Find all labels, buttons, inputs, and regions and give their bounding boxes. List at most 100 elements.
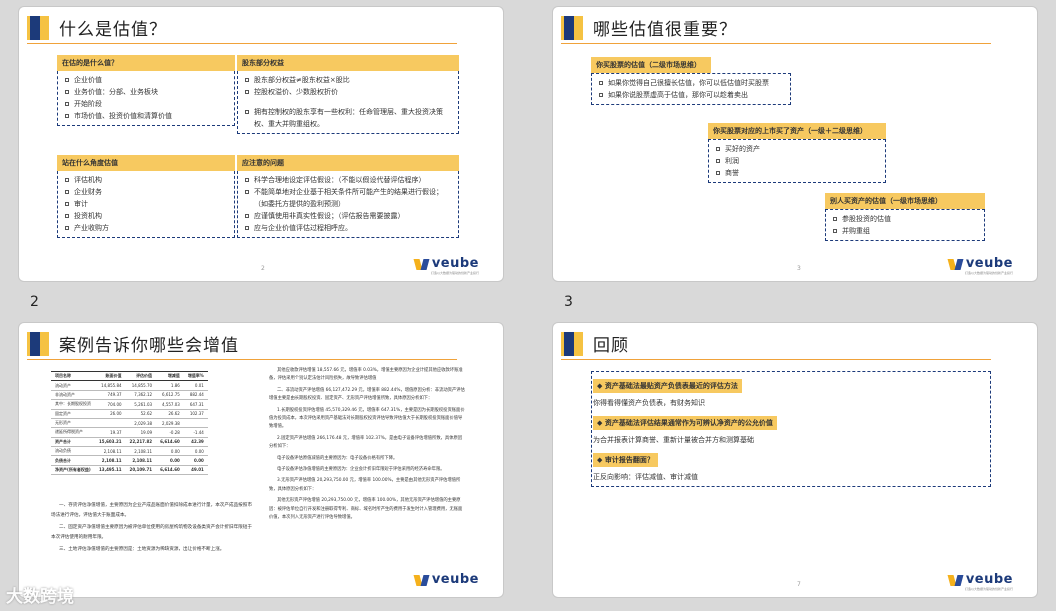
table-cell: 2,108.11 <box>125 455 157 466</box>
right-notes: 其他应收款评估增值 18,557.66 元，增值率 0.03%，增值主要原因为企… <box>269 367 465 523</box>
table-cell: 2,029.38 <box>156 418 184 429</box>
logo-text: veube <box>431 256 479 271</box>
column-header: 增值率% <box>183 370 208 382</box>
title-accent-bar <box>27 332 49 356</box>
table-cell: 749.37 <box>95 390 126 401</box>
slide-number-label: 2 <box>30 294 39 310</box>
slide-title: 什么是估值？ <box>59 20 167 40</box>
table-row: 流动负债 2,108.11 2,108.11 0.00 0.00 <box>51 446 208 457</box>
list-item: 投资机构 <box>64 210 228 222</box>
list-item: 审计 <box>64 198 228 210</box>
slide-thumbnail-3[interactable]: 案例告诉你哪些会增值 项目名称 账面价值 评估价值 增减值 增值率% 流动资产 1… <box>18 322 504 598</box>
slide-thumbnail-4[interactable]: 回顾 ◆ 资产基础法最贴资产负债表最近的评估方法 你得看得懂资产负债表，有财务知… <box>552 322 1038 598</box>
list-item: 企业价值 <box>64 74 228 86</box>
table-cell: 0.00 <box>183 446 208 457</box>
watermark: 大数跨境 <box>6 587 74 607</box>
table-cell: 704.00 <box>95 399 126 410</box>
table-cell: -1.44 <box>183 427 208 438</box>
list-item: 不能简单地对企业基于相关条件所可能产生的结果进行假设；（如委托方提供的盈利预测） <box>244 186 452 210</box>
title-divider <box>561 359 991 360</box>
brand-logo: veube 打造以大数据为驱动的创新产业投行 <box>949 256 1013 275</box>
table-row: 负债合计 2,108.11 2,108.11 0.00 0.00 <box>51 455 208 466</box>
list-item: 应与企业价值评估过程相呼应。 <box>244 222 452 234</box>
table-cell: 19.37 <box>95 427 126 438</box>
paragraph: 电子设备评估原值减值的主要原因为：电子设备价格有所下降。 <box>277 455 398 461</box>
list-item: 如果你觉得自己很擅长估值，你可以低估值时买股票 <box>598 77 784 89</box>
table-cell: 其中：长期股权投资 <box>51 399 95 410</box>
list-item: 应谨慎使用非真实性假设；（评估报告需要披露） <box>244 210 452 222</box>
list-item: 拥有控制权的股东享有一些权利：任命管理层、重大投资决策权、重大并购重组权。 <box>244 106 452 130</box>
title-divider <box>561 43 991 44</box>
box-body: 科学合理地设定评估假设：（不能以假设代替评估程序） 不能简单地对企业基于相关条件… <box>237 171 459 238</box>
table-cell: 2,108.11 <box>95 446 126 457</box>
title-divider <box>27 359 457 360</box>
box-heading: 你买股票对应的上市买了资产（一级＋二级思维） <box>708 123 886 139</box>
list-item: 业务价值：分部、业务板块 <box>64 86 228 98</box>
table-cell: 0.00 <box>156 446 184 457</box>
slide-thumbnail-1[interactable]: 什么是估值？ 在估的是什么值？ 企业价值 业务价值：分部、业务板块 开始阶段 市… <box>18 6 504 282</box>
column-header: 评估价值 <box>125 370 157 382</box>
table-cell <box>183 418 208 429</box>
table-cell: 7,362.12 <box>125 390 157 401</box>
logo-tagline: 打造以大数据为驱动的创新产业投行 <box>964 271 1013 275</box>
list-item: 参股投资的估值 <box>832 213 978 225</box>
summary-text: 正反向影响：评估减值、审计减值 <box>593 473 698 481</box>
slide-number-label: 3 <box>564 294 573 310</box>
table-cell: 0.00 <box>183 455 208 466</box>
summary-heading: ◆ 审计报告翻面？ <box>593 453 658 467</box>
paragraph: 二、固定资产净值增值主要原因为被评估单位使用的房屋构筑物及设备类资产会计折旧年限… <box>51 525 252 540</box>
column-header: 账面价值 <box>95 370 126 382</box>
logo-icon <box>949 573 963 587</box>
logo-text: veube <box>431 572 479 587</box>
table-row: 其中：长期股权投资 704.00 5,261.03 4,557.03 647.31 <box>51 399 208 410</box>
box-heading: 应注意的问题 <box>237 155 459 171</box>
column-header: 项目名称 <box>51 370 95 382</box>
info-box: 站在什么角度估值 评估机构 企业财务 审计 投资机构 产业收购方 <box>57 155 235 238</box>
table-cell: 固定资产 <box>51 409 95 419</box>
paragraph: 二、非流动资产评估增值 66,127,472.29 元，增值率 882.44%，… <box>269 387 465 402</box>
title-accent-bar <box>561 16 583 40</box>
list-item: 市场价值、投资价值和清算价值 <box>64 110 228 122</box>
list-item: 控股权溢价、少数股权折价 <box>244 86 452 98</box>
info-box: 你买股票的估值（二级市场思维） 如果你觉得自己很擅长估值，你可以低估值时买股票 … <box>591 57 791 105</box>
box-body: 股东部分权益≠股东权益×股比 控股权溢价、少数股权折价 拥有控制权的股东享有一些… <box>237 71 459 134</box>
page-number: 2 <box>261 265 265 272</box>
list-item: 产业收购方 <box>64 222 228 234</box>
table-cell: 49.01 <box>183 465 208 476</box>
slide-thumbnail-2[interactable]: 哪些估值很重要？ 你买股票的估值（二级市场思维） 如果你觉得自己很擅长估值，你可… <box>552 6 1038 282</box>
page-number: 3 <box>797 265 801 272</box>
list-item: 科学合理地设定评估假设：（不能以假设代替评估程序） <box>244 174 452 186</box>
box-heading: 在估的是什么值？ <box>57 55 235 71</box>
brand-logo: veube <box>415 572 479 587</box>
summary-heading: ◆ 资产基础法评估结果通常作为可辨认净资产的公允价值 <box>593 416 777 430</box>
table-row: 无形资产 2,029.38 2,029.38 <box>51 418 208 429</box>
info-box: 别人买资产的估值（一级市场思维） 参股投资的估值 并购重组 <box>825 193 985 241</box>
table-cell: 882.44 <box>183 390 208 401</box>
paragraph: 电子设备评估净值增值的主要原因为：企业会计折旧年限短于评估采用的经济寿命年限。 <box>277 467 445 473</box>
table-cell: 2,108.11 <box>125 446 157 457</box>
table-cell: -0.28 <box>156 427 184 438</box>
slide-title: 回顾 <box>593 336 629 356</box>
list-item: 股东部分权益≠股东权益×股比 <box>244 74 452 86</box>
table-cell: 14,855.70 <box>125 380 157 391</box>
info-box: 你买股票对应的上市买了资产（一级＋二级思维） 买好的资产 利润 商誉 <box>708 123 886 183</box>
summary-text: 为合并报表计算商誉、重新计量被合并方和测算基础 <box>593 436 754 444</box>
table-cell: 5,261.03 <box>125 399 157 410</box>
paragraph: 3.无形资产评估增值 20,293,750.00 元，增值率 100.00%，主… <box>269 478 461 492</box>
table-cell: 42.39 <box>183 437 208 448</box>
brand-logo: veube 打造以大数据为驱动的创新产业投行 <box>415 256 479 275</box>
logo-icon <box>949 257 963 271</box>
logo-icon <box>415 257 429 271</box>
box-heading: 你买股票的估值（二级市场思维） <box>591 57 711 73</box>
table-cell: 负债合计 <box>51 455 95 466</box>
table-cell: 6,614.60 <box>156 465 184 476</box>
table-cell: 递延所得税资产 <box>51 427 95 438</box>
list-item: 企业财务 <box>64 186 228 198</box>
table-header-row: 项目名称 账面价值 评估价值 增减值 增值率% <box>51 370 208 382</box>
table-cell: 647.31 <box>183 399 208 410</box>
slide-title: 哪些估值很重要？ <box>593 20 737 40</box>
logo-tagline: 打造以大数据为驱动的创新产业投行 <box>430 271 479 275</box>
paragraph: 一、存货评估净值增值，主要原因为企业产成品账面价值扣除成本进行计量，本次产成品按… <box>51 503 252 518</box>
table-row: 流动资产 14,855.84 14,855.70 1.86 0.01 <box>51 380 208 391</box>
